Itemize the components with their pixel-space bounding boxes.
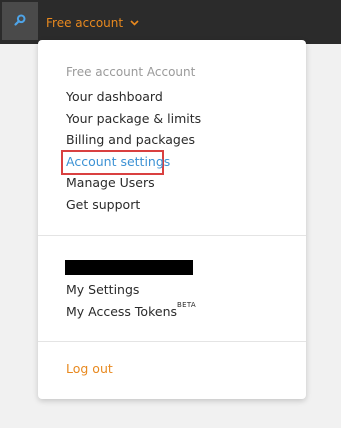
divider [38, 341, 306, 342]
menu-item-dashboard[interactable]: Your dashboard [66, 89, 163, 105]
menu-item-access-tokens[interactable]: My Access Tokens [66, 304, 177, 320]
menu-item-billing[interactable]: Billing and packages [66, 132, 195, 148]
account-switcher-label: Free account [46, 16, 124, 30]
menu-item-account-settings[interactable]: Account settings [66, 154, 170, 170]
menu-item-my-settings[interactable]: My Settings [66, 282, 139, 298]
beta-badge: BETA [177, 301, 196, 309]
chevron-down-icon [129, 18, 139, 28]
search-button[interactable] [2, 2, 38, 40]
menu-item-manage-users[interactable]: Manage Users [66, 175, 155, 191]
account-dropdown-menu: Free account Account Your dashboard Your… [38, 40, 306, 399]
top-navigation-bar: Free account [0, 0, 341, 44]
logout-link[interactable]: Log out [66, 361, 113, 377]
search-icon [13, 12, 27, 31]
divider [38, 235, 306, 236]
account-switcher[interactable]: Free account [46, 14, 139, 32]
section-header: Free account Account [66, 65, 196, 79]
redacted-username [65, 260, 193, 275]
menu-item-get-support[interactable]: Get support [66, 197, 140, 213]
menu-item-package-limits[interactable]: Your package & limits [66, 111, 201, 127]
